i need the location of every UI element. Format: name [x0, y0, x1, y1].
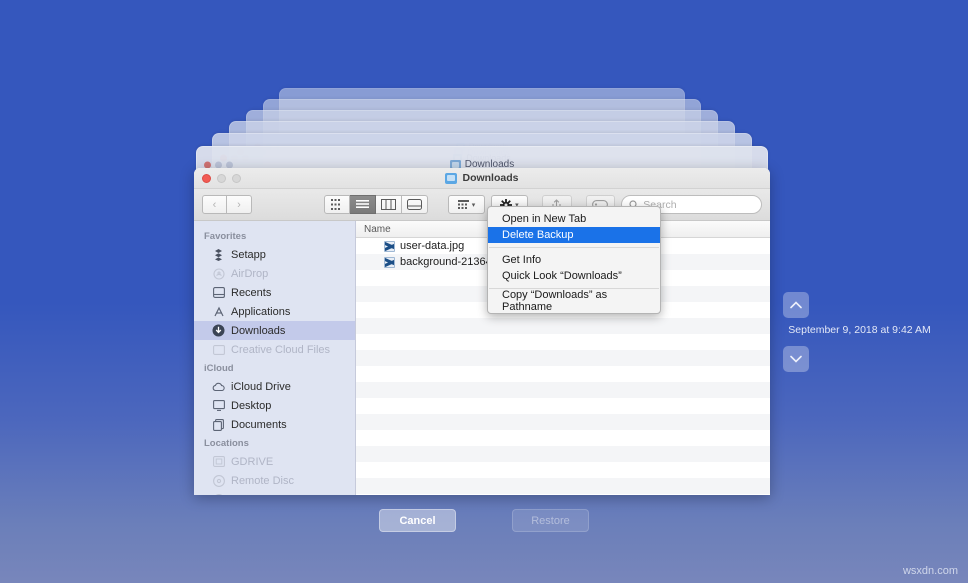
- drive-icon: [212, 455, 225, 468]
- jpg-file-icon: [384, 241, 395, 252]
- menu-item-get-info[interactable]: Get Info: [488, 252, 660, 268]
- sidebar-item-desktop[interactable]: Desktop: [194, 396, 355, 415]
- sidebar-item-setapp[interactable]: Setapp: [194, 245, 355, 264]
- cloud-icon: [212, 380, 225, 393]
- table-row-empty: [356, 334, 770, 350]
- menu-item-open-in-new-tab[interactable]: Open in New Tab: [488, 211, 660, 227]
- footer-button-bar: Cancel Restore: [0, 509, 968, 532]
- jpg-file-icon: [384, 257, 395, 268]
- window-title-text: Downloads: [462, 172, 518, 184]
- table-row-empty: [356, 382, 770, 398]
- sidebar-item-icloud-drive[interactable]: iCloud Drive: [194, 377, 355, 396]
- disc-icon: [212, 474, 225, 487]
- sidebar-item-downloads[interactable]: Downloads: [194, 321, 355, 340]
- table-row-empty: [356, 318, 770, 334]
- finder-titlebar[interactable]: Downloads: [194, 168, 770, 189]
- list-view-icon[interactable]: [350, 195, 376, 214]
- menu-item-copy-as-pathname[interactable]: Copy “Downloads” as Pathname: [488, 293, 660, 309]
- cancel-button[interactable]: Cancel: [379, 509, 456, 532]
- applications-icon: [212, 305, 225, 318]
- network-icon: [212, 493, 225, 495]
- view-mode-group: [324, 195, 428, 214]
- table-row-empty: [356, 462, 770, 478]
- group-by-button[interactable]: ▾: [448, 195, 485, 214]
- airdrop-icon: [212, 267, 225, 280]
- column-view-icon[interactable]: [376, 195, 402, 214]
- coverflow-view-icon[interactable]: [402, 195, 428, 214]
- next-backup-button[interactable]: [783, 346, 809, 372]
- menu-item-quick-look[interactable]: Quick Look “Downloads”: [488, 268, 660, 284]
- window-title: Downloads: [194, 172, 770, 184]
- setapp-icon: [212, 248, 225, 261]
- table-row-empty: [356, 446, 770, 462]
- traffic-lights: [194, 174, 241, 183]
- previous-backup-button[interactable]: [783, 292, 809, 318]
- chevron-up-icon: [790, 301, 802, 309]
- nav-button-group: ‹ ›: [202, 195, 252, 214]
- menu-separator: [489, 247, 659, 248]
- finder-sidebar: Favorites Setapp AirDrop: [194, 221, 356, 495]
- sidebar-item-label: AirDrop: [231, 268, 268, 280]
- sidebar-item-label: Applications: [231, 306, 290, 318]
- chevron-down-icon: [790, 355, 802, 363]
- sidebar-item-label: Creative Cloud Files: [231, 344, 330, 356]
- sidebar-item-label: Setapp: [231, 249, 266, 261]
- sidebar-item-gdrive[interactable]: GDRIVE: [194, 452, 355, 471]
- folder-icon: [445, 173, 457, 184]
- sidebar-item-label: Remote Disc: [231, 475, 294, 487]
- maximize-button[interactable]: [232, 174, 241, 183]
- sidebar-item-network[interactable]: Network: [194, 490, 355, 495]
- table-row-empty: [356, 366, 770, 382]
- context-menu[interactable]: Open in New Tab Delete Backup Get Info Q…: [487, 206, 661, 314]
- finder-body: Favorites Setapp AirDrop: [194, 221, 770, 495]
- sidebar-item-label: Documents: [231, 419, 287, 431]
- sidebar-item-airdrop[interactable]: AirDrop: [194, 264, 355, 283]
- sidebar-item-documents[interactable]: Documents: [194, 415, 355, 434]
- documents-icon: [212, 418, 225, 431]
- folder-icon: [212, 343, 225, 356]
- sidebar-item-label: Recents: [231, 287, 271, 299]
- table-row-empty: [356, 350, 770, 366]
- finder-window[interactable]: Downloads ‹ ›: [194, 168, 770, 495]
- watermark: wsxdn.com: [903, 565, 958, 577]
- file-name: user-data.jpg: [400, 240, 464, 252]
- chevron-down-icon: ▾: [472, 201, 476, 209]
- sidebar-item-label: iCloud Drive: [231, 381, 291, 393]
- table-row-empty: [356, 478, 770, 494]
- menu-item-delete-backup[interactable]: Delete Backup: [488, 227, 660, 243]
- finder-toolbar: ‹ ›: [194, 189, 770, 221]
- sidebar-item-label: GDRIVE: [231, 456, 273, 468]
- close-button[interactable]: [202, 174, 211, 183]
- table-row-empty: [356, 414, 770, 430]
- minimize-button[interactable]: [217, 174, 226, 183]
- desktop-icon: [212, 399, 225, 412]
- table-row-empty: [356, 494, 770, 495]
- recents-icon: [212, 286, 225, 299]
- sidebar-item-label: Downloads: [231, 325, 285, 337]
- sidebar-section-header: Locations: [194, 434, 355, 452]
- sidebar-section-header: Favorites: [194, 227, 355, 245]
- downloads-icon: [212, 324, 225, 337]
- sidebar-item-recents[interactable]: Recents: [194, 283, 355, 302]
- back-button[interactable]: ‹: [202, 195, 227, 214]
- forward-button[interactable]: ›: [227, 195, 252, 214]
- backup-timestamp: September 9, 2018 at 9:42 AM: [757, 324, 962, 336]
- sidebar-item-label: Network: [231, 494, 271, 496]
- stack-traffic-lights: [204, 161, 233, 168]
- sidebar-item-applications[interactable]: Applications: [194, 302, 355, 321]
- sidebar-section-header: iCloud: [194, 359, 355, 377]
- icon-view-icon[interactable]: [324, 195, 350, 214]
- restore-button: Restore: [512, 509, 589, 532]
- sidebar-item-remote-disc[interactable]: Remote Disc: [194, 471, 355, 490]
- sidebar-item-label: Desktop: [231, 400, 271, 412]
- sidebar-item-creative-cloud-files[interactable]: Creative Cloud Files: [194, 340, 355, 359]
- group-by-icon: [458, 200, 469, 210]
- table-row-empty: [356, 398, 770, 414]
- table-row-empty: [356, 430, 770, 446]
